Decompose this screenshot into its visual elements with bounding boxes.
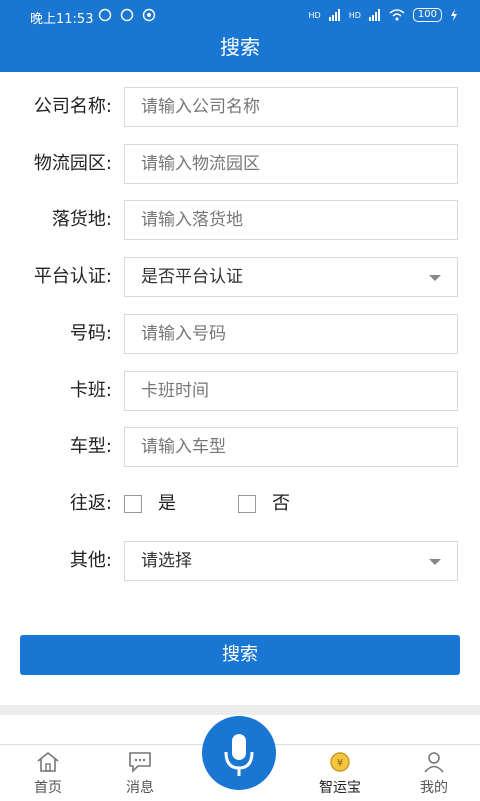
shift-row: 卡班: 卡班时间 [0, 371, 480, 411]
signal-icon-1: HD [308, 10, 321, 20]
round-trip-row: 往返: 是 否 [0, 484, 480, 524]
platform-select[interactable]: 是否平台认证 [124, 257, 458, 297]
user-icon [424, 752, 444, 773]
page-title: 搜索 [220, 35, 260, 59]
microphone-icon [224, 734, 254, 776]
platform-row: 平台认证: 是否平台认证 [0, 257, 480, 297]
notification-icons [98, 8, 156, 26]
coin-icon: ¥ [330, 752, 350, 772]
message-icon [129, 752, 151, 773]
search-button[interactable]: 搜索 [20, 635, 460, 675]
tab-home[interactable]: 首页 [0, 745, 96, 801]
signal-bars-icon [328, 9, 340, 21]
signal-bars-icon-2 [368, 9, 380, 21]
vehicle-row: 车型: 请输入车型 [0, 427, 480, 467]
destination-row: 落货地: 请输入落货地 [0, 200, 480, 240]
other-row: 其他: 请选择 [0, 541, 480, 581]
platform-select-value: 是否平台认证 [141, 267, 243, 287]
tab-zhiyunbao[interactable]: ¥ 智运宝 [292, 745, 388, 801]
tab-mine[interactable]: 我的 [386, 745, 480, 801]
home-icon [37, 751, 59, 772]
svg-text:¥: ¥ [337, 758, 343, 769]
destination-input[interactable]: 请输入落货地 [124, 200, 458, 240]
vehicle-input[interactable]: 请输入车型 [124, 427, 458, 467]
platform-label: 平台认证: [33, 266, 112, 287]
status-time: 晚上11:53 [30, 12, 94, 27]
round-trip-no-label[interactable]: 否 [272, 484, 290, 524]
signal-icon-2: HD [348, 10, 361, 20]
app-header: 晚上11:53 HD HD 100 搜索 [0, 0, 480, 72]
company-row: 公司名称: 请输入公司名称 [0, 87, 480, 127]
round-trip-label: 往返: [69, 493, 112, 514]
other-select[interactable]: 请选择 [124, 541, 458, 581]
number-label: 号码: [69, 323, 112, 344]
number-row: 号码: 请输入号码 [0, 314, 480, 354]
tab-zhiyunbao-label: 智运宝 [319, 780, 361, 796]
vehicle-label: 车型: [69, 436, 112, 457]
tab-mine-label: 我的 [420, 780, 448, 796]
round-trip-yes-label[interactable]: 是 [158, 484, 176, 524]
chevron-down-icon [429, 275, 441, 281]
status-bar: 晚上11:53 HD HD 100 [0, 0, 480, 32]
park-input[interactable]: 请输入物流园区 [124, 144, 458, 184]
shift-input[interactable]: 卡班时间 [124, 371, 458, 411]
tab-messages-label: 消息 [126, 780, 154, 796]
battery-icon: 100 [412, 8, 442, 22]
number-input[interactable]: 请输入号码 [124, 314, 458, 354]
park-label: 物流园区: [33, 153, 112, 174]
other-label: 其他: [69, 550, 112, 571]
company-input[interactable]: 请输入公司名称 [124, 87, 458, 127]
park-row: 物流园区: 请输入物流园区 [0, 144, 480, 184]
voice-search-button[interactable] [202, 716, 276, 790]
shift-label: 卡班: [69, 380, 112, 401]
company-label: 公司名称: [33, 96, 112, 117]
round-trip-yes-checkbox[interactable] [124, 495, 142, 513]
destination-label: 落货地: [51, 209, 112, 230]
section-divider [0, 705, 480, 715]
tab-messages[interactable]: 消息 [92, 745, 188, 801]
charging-icon [451, 9, 457, 21]
wifi-icon [389, 9, 405, 21]
tab-home-label: 首页 [34, 780, 62, 796]
other-select-value: 请选择 [141, 551, 192, 571]
round-trip-no-checkbox[interactable] [238, 495, 256, 513]
chevron-down-icon [429, 559, 441, 565]
status-notification-icons [98, 8, 156, 22]
status-right: HD HD 100 [309, 8, 458, 22]
